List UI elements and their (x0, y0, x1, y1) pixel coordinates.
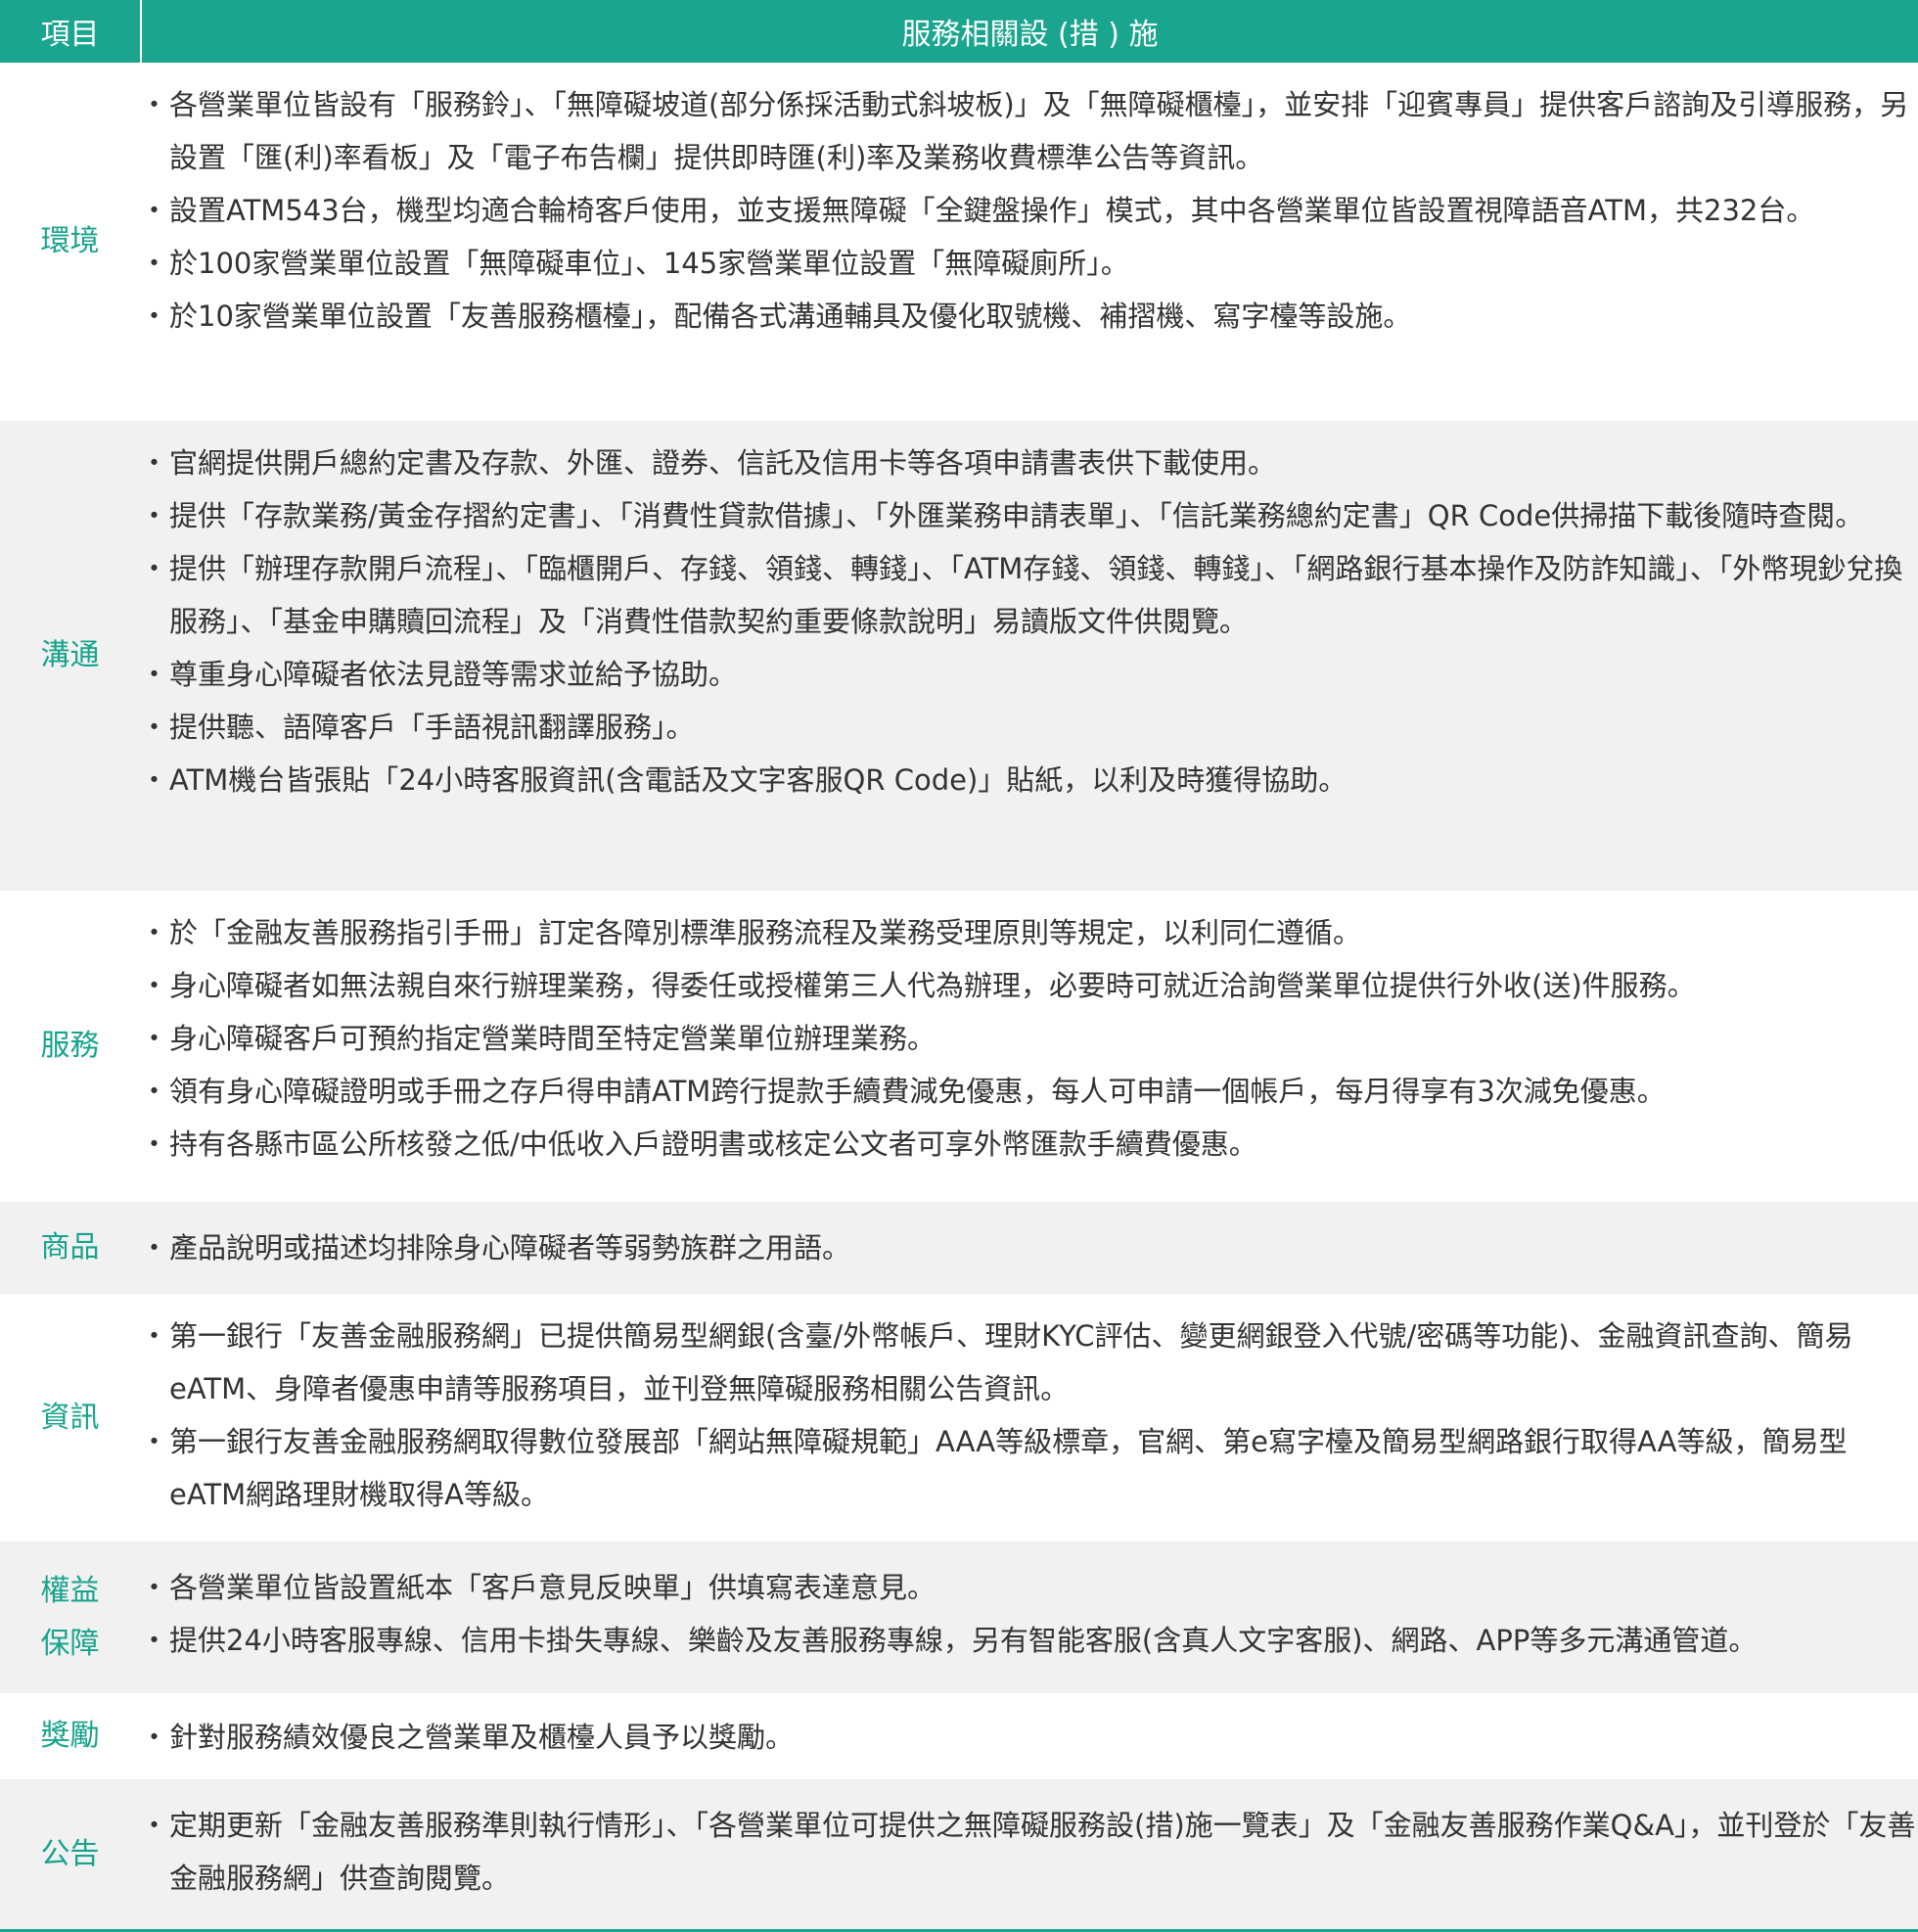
list-item: 於10家營業單位設置「友善服務櫃檯」，配備各式溝通輔具及優化取號機、補摺機、寫字… (140, 290, 1916, 343)
row-items: 第一銀行「友善金融服務網」已提供簡易型網銀(含臺/外幣帳戶、理財KYC評估、變更… (140, 1294, 1918, 1541)
header-facilities-column: 服務相關設 (措 ) 施 (901, 18, 1159, 52)
facilities-table: 項目 服務相關設 (措 ) 施 環境 各營業單位皆設有「服務鈴」、「無障礙坡道(部… (0, 0, 1918, 1932)
row-category: 環境 (40, 224, 100, 258)
table-row: 溝通 官網提供開戶總約定書及存款、外匯、證券、信託及信用卡等各項申請書表供下載使用… (0, 421, 1918, 891)
list-item: 設置ATM543台，機型均適合輪椅客戶使用，並支援無障礙「全鍵盤操作」模式，其中… (140, 184, 1916, 237)
list-item: 定期更新「金融友善服務準則執行情形」、「各營業單位可提供之無障礙服務設(措)施一… (140, 1799, 1916, 1905)
list-item: 各營業單位皆設置紙本「客戶意見反映單」供填寫表達意見。 (140, 1561, 1916, 1614)
list-item: 於100家營業單位設置「無障礙車位」、145家營業單位設置「無障礙廁所」。 (140, 237, 1916, 290)
row-items: 針對服務績效優良之營業單及櫃檯人員予以獎勵。 (140, 1693, 1918, 1779)
table-header: 項目 服務相關設 (措 ) 施 (0, 0, 1918, 63)
table-row: 環境 各營業單位皆設有「服務鈴」、「無障礙坡道(部分係採活動式斜坡板)」及「無障礙… (0, 63, 1918, 421)
table-row: 資訊 第一銀行「友善金融服務網」已提供簡易型網銀(含臺/外幣帳戶、理財KYC評估、… (0, 1294, 1918, 1541)
row-items: 產品說明或描述均排除身心障礙者等弱勢族群之用語。 (140, 1202, 1918, 1294)
list-item: 領有身心障礙證明或手冊之存戶得申請ATM跨行提款手續費減免優惠，每人可申請一個帳… (140, 1065, 1916, 1118)
row-category: 公告 (40, 1836, 100, 1871)
list-item: 提供聽、語障客戶「手語視訊翻譯服務」。 (140, 701, 1916, 754)
row-items: 於「金融友善服務指引手冊」訂定各障別標準服務流程及業務受理原則等規定，以利同仁遵… (140, 891, 1918, 1202)
row-items: 定期更新「金融友善服務準則執行情形」、「各營業單位可提供之無障礙服務設(措)施一… (140, 1779, 1918, 1929)
list-item: 提供「存款業務/黃金存摺約定書」、「消費性貸款借據」、「外匯業務申請表單」、「信… (140, 489, 1916, 542)
table-row: 獎勵 針對服務績效優良之營業單及櫃檯人員予以獎勵。 (0, 1693, 1918, 1779)
table-row: 商品 產品說明或描述均排除身心障礙者等弱勢族群之用語。 (0, 1202, 1918, 1294)
list-item: 提供24小時客服專線、信用卡掛失專線、樂齡及友善服務專線，另有智能客服(含真人文… (140, 1614, 1916, 1667)
row-category: 資訊 (40, 1400, 100, 1435)
table-row: 公告 定期更新「金融友善服務準則執行情形」、「各營業單位可提供之無障礙服務設(措)… (0, 1779, 1918, 1929)
table-body: 環境 各營業單位皆設有「服務鈴」、「無障礙坡道(部分係採活動式斜坡板)」及「無障礙… (0, 63, 1918, 1929)
list-item: 提供「辦理存款開戶流程」、「臨櫃開戶、存錢、領錢、轉錢」、「ATM存錢、領錢、轉… (140, 542, 1916, 648)
table-row: 服務 於「金融友善服務指引手冊」訂定各障別標準服務流程及業務受理原則等規定，以利同… (0, 891, 1918, 1202)
row-category: 溝通 (40, 638, 100, 672)
row-items: 官網提供開戶總約定書及存款、外匯、證券、信託及信用卡等各項申請書表供下載使用。提… (140, 421, 1918, 891)
list-item: ATM機台皆張貼「24小時客服資訊(含電話及文字客服QR Code)」貼紙，以利… (140, 754, 1916, 806)
list-item: 身心障礙客戶可預約指定營業時間至特定營業單位辦理業務。 (140, 1012, 1916, 1065)
list-item: 身心障礙者如無法親自來行辦理業務，得委任或授權第三人代為辦理，必要時可就近洽詢營… (140, 959, 1916, 1012)
table-row: 權益保障各營業單位皆設置紙本「客戶意見反映單」供填寫表達意見。提供24小時客服專… (0, 1541, 1918, 1693)
row-category: 權益 保障 (40, 1573, 100, 1661)
list-item: 針對服務績效優良之營業單及櫃檯人員予以獎勵。 (140, 1711, 1916, 1764)
list-item: 各營業單位皆設有「服務鈴」、「無障礙坡道(部分係採活動式斜坡板)」及「無障礙櫃檯… (140, 78, 1916, 184)
row-items: 各營業單位皆設有「服務鈴」、「無障礙坡道(部分係採活動式斜坡板)」及「無障礙櫃檯… (140, 63, 1918, 421)
list-item: 第一銀行友善金融服務網取得數位發展部「網站無障礙規範」AAA等級標章，官網、第e… (140, 1415, 1916, 1521)
list-item: 產品說明或描述均排除身心障礙者等弱勢族群之用語。 (140, 1221, 1916, 1274)
row-category: 商品 (40, 1230, 100, 1265)
list-item: 持有各縣市區公所核發之低/中低收入戶證明書或核定公文者可享外幣匯款手續費優惠。 (140, 1118, 1916, 1171)
row-category: 獎勵 (40, 1719, 100, 1753)
list-item: 於「金融友善服務指引手冊」訂定各障別標準服務流程及業務受理原則等規定，以利同仁遵… (140, 906, 1916, 959)
list-item: 官網提供開戶總約定書及存款、外匯、證券、信託及信用卡等各項申請書表供下載使用。 (140, 437, 1916, 489)
header-item-column: 項目 (0, 0, 142, 63)
list-item: 第一銀行「友善金融服務網」已提供簡易型網銀(含臺/外幣帳戶、理財KYC評估、變更… (140, 1310, 1916, 1415)
row-category: 服務 (40, 1029, 100, 1063)
list-item: 尊重身心障礙者依法見證等需求並給予協助。 (140, 648, 1916, 701)
row-items: 各營業單位皆設置紙本「客戶意見反映單」供填寫表達意見。提供24小時客服專線、信用… (140, 1541, 1918, 1693)
